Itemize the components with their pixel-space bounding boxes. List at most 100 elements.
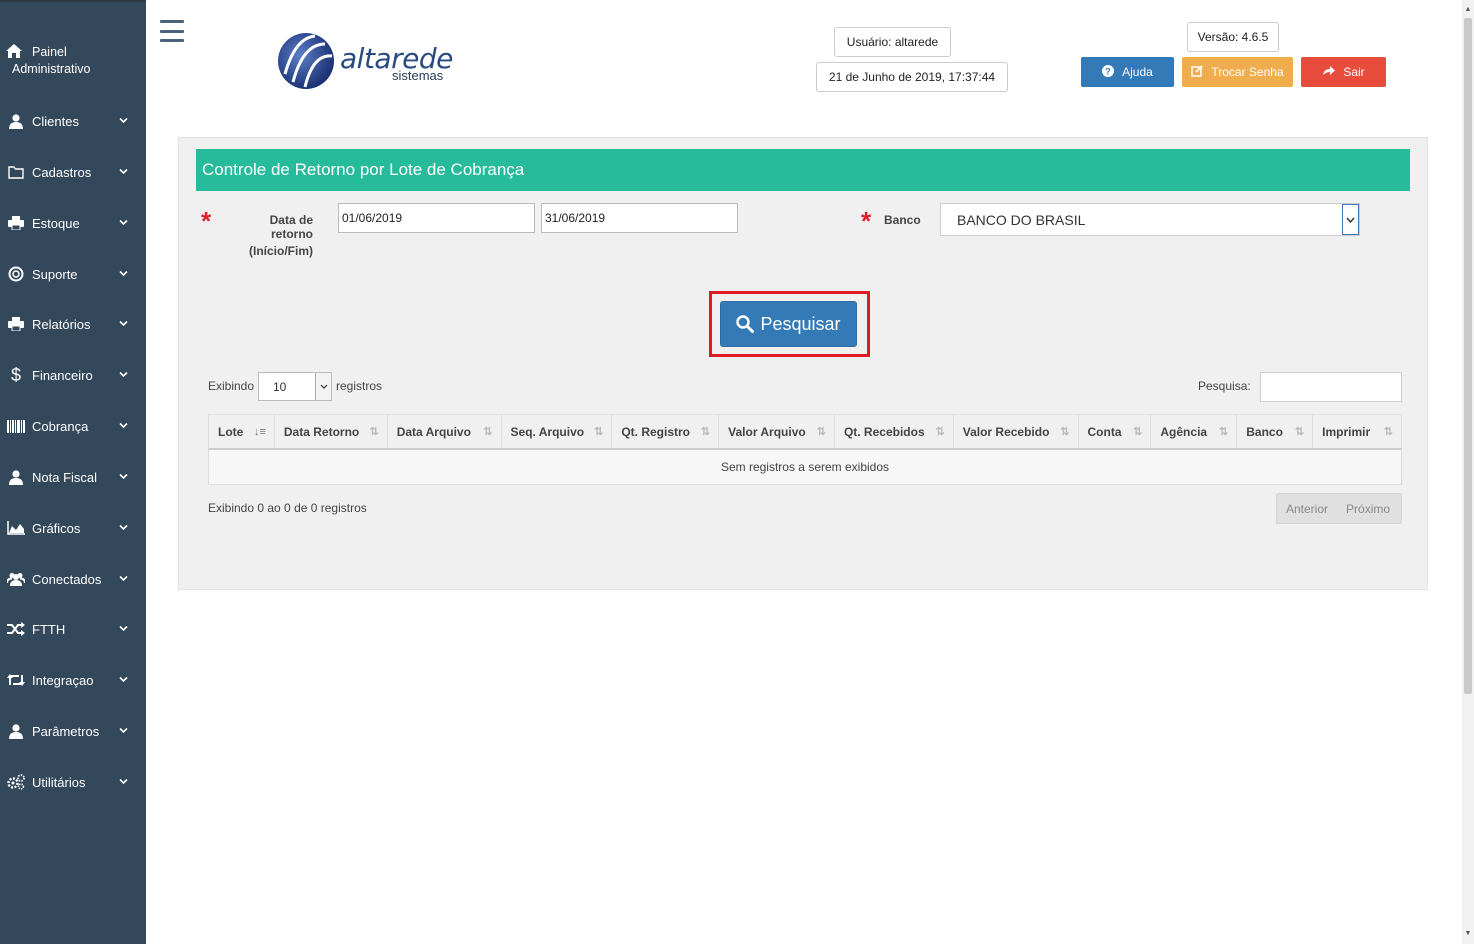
column-header-data-retorno[interactable]: Data Retorno ⇅ (275, 415, 388, 448)
chevron-down-icon (119, 523, 128, 534)
records-label: registros (336, 379, 383, 393)
sidebar-item-estoque[interactable]: Estoque (0, 203, 146, 243)
chevron-down-icon[interactable] (315, 373, 331, 400)
question-circle-icon: ? (1102, 64, 1115, 80)
user-info: Usuário: altarede (834, 27, 951, 57)
sidebar-item-nota-fiscal[interactable]: Nota Fiscal (0, 457, 146, 497)
sidebar-item-utilitarios[interactable]: Utilitários (0, 762, 146, 802)
date-start-input[interactable] (338, 203, 535, 233)
required-asterisk-bank: * (861, 206, 872, 236)
change-password-button[interactable]: Trocar Senha (1182, 57, 1293, 87)
column-header-label: Data Arquivo (396, 424, 471, 439)
chevron-down-icon (119, 319, 128, 330)
sidebar-item-label: Nota Fiscal (32, 469, 98, 485)
sort-icon: ⇅ (935, 426, 945, 438)
sidebar-item-financeiro[interactable]: $ Financeiro (0, 355, 146, 395)
column-header-qt-registro[interactable]: Qt. Registro ⇅ (612, 415, 720, 448)
column-header-seq-arquivo[interactable]: Seq. Arquivo ⇅ (502, 415, 613, 448)
datetime-display: 21 de Junho de 2019, 17:37:44 (816, 62, 1008, 92)
table-search-label: Pesquisa: (1198, 379, 1251, 393)
chevron-down-icon (119, 624, 128, 635)
sidebar-item-clientes[interactable]: Clientes (0, 101, 146, 141)
prev-page-button[interactable]: Anterior (1277, 502, 1337, 516)
column-header-imprimir[interactable]: Imprimir ⇅ (1313, 415, 1401, 448)
column-header-valor-recebido[interactable]: Valor Recebido ⇅ (954, 415, 1079, 448)
barcode-icon (6, 417, 26, 435)
sidebar-item-cobranca[interactable]: Cobrança (0, 406, 146, 446)
chevron-down-icon (119, 218, 128, 229)
column-header-label: Seq. Arquivo (510, 424, 585, 439)
chevron-down-icon[interactable] (1342, 204, 1359, 235)
column-header-label: Data Retorno (283, 424, 360, 439)
sidebar-item-relatorios[interactable]: Relatórios (0, 304, 146, 344)
cogs-icon (6, 773, 26, 791)
column-header-label: Qt. Registro (621, 424, 690, 439)
sidebar-item-label: Relatórios (32, 316, 91, 332)
search-icon (736, 315, 755, 333)
column-header-lote[interactable]: Lote ↓≡ (209, 415, 275, 448)
sort-icon: ⇅ (1219, 426, 1229, 438)
menu-toggle-icon[interactable] (160, 20, 184, 42)
bank-select[interactable]: BANCO DO BRASIL (940, 203, 1360, 236)
sort-ascending-icon: ↓≡ (253, 425, 266, 438)
column-header-conta[interactable]: Conta ⇅ (1079, 415, 1152, 448)
page-size-select[interactable]: 10 (258, 372, 332, 401)
user-icon (6, 468, 26, 486)
column-header-banco[interactable]: Banco ⇅ (1237, 415, 1314, 448)
help-button-label: Ajuda (1122, 65, 1153, 79)
sort-icon: ⇅ (816, 426, 826, 438)
folder-icon (6, 163, 26, 181)
column-header-label: Imprimir (1322, 424, 1371, 439)
exit-button[interactable]: Sair (1301, 57, 1386, 87)
column-header-agencia[interactable]: Agência ⇅ (1151, 415, 1238, 448)
sidebar-item-label: Conectados (32, 571, 102, 587)
sidebar-item-integracao[interactable]: Integraçao (0, 660, 146, 700)
sidebar-admin-label-1: Painel (32, 45, 67, 59)
sidebar-top-border (0, 0, 146, 2)
chevron-down-icon (119, 472, 128, 483)
sidebar-item-conectados[interactable]: Conectados (0, 559, 146, 599)
sidebar-item-graficos[interactable]: Gráficos (0, 508, 146, 548)
scroll-up-icon[interactable]: ▲ (1462, 2, 1474, 16)
printer-icon (6, 214, 26, 232)
chevron-down-icon (119, 777, 128, 788)
edit-icon (1191, 64, 1203, 80)
search-button[interactable]: Pesquisar (720, 301, 857, 347)
chevron-down-icon (119, 421, 128, 432)
sidebar-item-label: Gráficos (32, 520, 81, 536)
svg-text:?: ? (1105, 66, 1111, 76)
sort-icon: ⇅ (594, 426, 604, 438)
sort-icon: ⇅ (483, 426, 493, 438)
sidebar-item-suporte[interactable]: Suporte (0, 254, 146, 294)
lifebuoy-icon (6, 265, 26, 283)
sort-icon: ⇅ (369, 426, 379, 438)
sidebar-item-cadastros[interactable]: Cadastros (0, 152, 146, 192)
sidebar-item-label: Parâmetros (32, 723, 100, 739)
change-password-label: Trocar Senha (1211, 65, 1284, 79)
sidebar-item-admin-panel[interactable]: Painel Administrativo (6, 44, 136, 78)
sidebar-item-parametros[interactable]: Parâmetros (0, 711, 146, 751)
bank-select-value: BANCO DO BRASIL (957, 211, 1086, 228)
sidebar-item-label: Suporte (32, 266, 78, 282)
chevron-down-icon (119, 574, 128, 585)
scrollbar-thumb[interactable] (1464, 18, 1472, 694)
column-header-label: Agência (1160, 424, 1208, 439)
version-info: Versão: 4.6.5 (1187, 22, 1279, 52)
column-header-data-arquivo[interactable]: Data Arquivo ⇅ (388, 415, 502, 448)
sort-icon: ⇅ (1294, 426, 1305, 438)
column-header-qt-recebidos[interactable]: Qt. Recebidos ⇅ (835, 415, 954, 448)
date-end-input[interactable] (541, 203, 738, 233)
table-info: Exibindo 0 ao 0 de 0 registros (208, 501, 367, 515)
required-asterisk-date: * (201, 206, 212, 236)
help-button[interactable]: ? Ajuda (1081, 57, 1174, 87)
scroll-down-icon[interactable]: ▼ (1462, 926, 1474, 940)
sidebar: Painel Administrativo Clientes Cadastros E… (0, 0, 146, 944)
column-header-valor-arquivo[interactable]: Valor Arquivo ⇅ (719, 415, 835, 448)
page-title: Controle de Retorno por Lote de Cobrança (196, 149, 1410, 191)
random-icon (6, 620, 26, 638)
sidebar-item-ftth[interactable]: FTTH (0, 609, 146, 649)
next-page-button[interactable]: Próximo (1337, 502, 1399, 516)
sidebar-item-label: Cobrança (32, 418, 89, 434)
table-search-input[interactable] (1260, 372, 1402, 402)
chevron-down-icon (119, 370, 128, 381)
